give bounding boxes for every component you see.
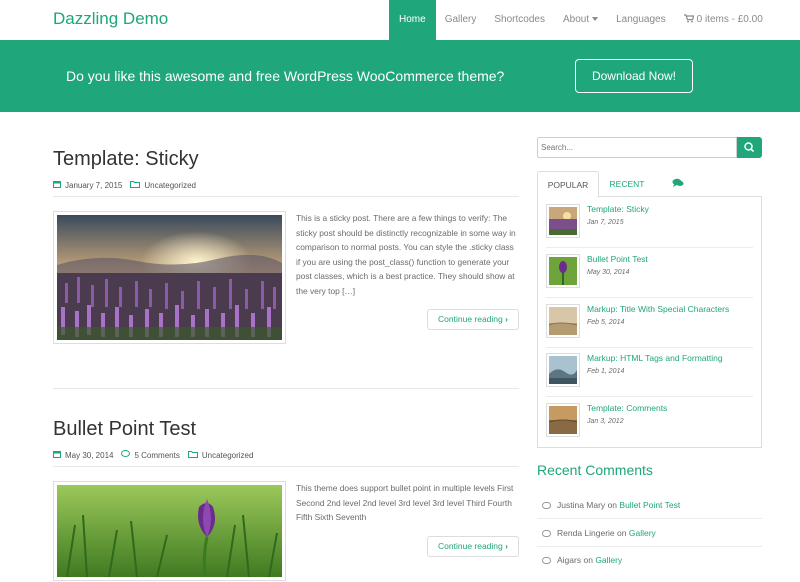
- lavender-sunset-image: [57, 215, 282, 340]
- popular-separator: [546, 396, 753, 397]
- popular-thumb[interactable]: [546, 204, 580, 238]
- popular-separator: [546, 297, 753, 298]
- banner-text: Do you like this awesome and free WordPr…: [66, 68, 505, 84]
- post-comments-link[interactable]: 5 Comments: [134, 451, 179, 460]
- popular-item: Markup: HTML Tags and Formatting Feb 1, …: [546, 353, 753, 391]
- popular-date: Jan 3, 2012: [587, 418, 624, 425]
- comment-icon: [121, 450, 131, 460]
- comment-on: on: [607, 500, 618, 510]
- post-meta-divider: [53, 466, 519, 467]
- comment-post-link[interactable]: Gallery: [629, 528, 656, 538]
- popular-item: Template: Sticky Jan 7, 2015: [546, 204, 753, 242]
- sidebar-tabs: POPULAR RECENT: [537, 171, 762, 198]
- popular-item: Markup: Title With Special Characters Fe…: [546, 304, 753, 342]
- recent-comments-heading: Recent Comments: [537, 462, 653, 478]
- popular-date: Jan 7, 2015: [587, 219, 624, 226]
- popular-item: Bullet Point Test May 30, 2014: [546, 254, 753, 292]
- chevron-right-icon: ›: [505, 314, 508, 324]
- search-icon: [744, 142, 755, 153]
- post-title[interactable]: Bullet Point Test: [53, 418, 196, 441]
- recent-comment-item: Renda Lingerie on Gallery: [542, 528, 656, 538]
- comment-on: on: [617, 528, 627, 538]
- recent-comment-separator: [537, 518, 762, 519]
- post-meta: January 7, 2015 Uncategorized: [53, 180, 196, 190]
- post-date: May 30, 2014: [65, 450, 114, 460]
- purple-crocus-image: [57, 485, 282, 578]
- calendar-icon: [53, 180, 61, 190]
- nav-item-languages[interactable]: Languages: [607, 0, 675, 40]
- continue-reading-label: Continue reading: [438, 541, 503, 551]
- post-title[interactable]: Template: Sticky: [53, 148, 199, 171]
- popular-title[interactable]: Template: Comments: [587, 403, 667, 413]
- tab-popular[interactable]: POPULAR: [537, 171, 599, 198]
- post-divider: [53, 388, 519, 389]
- tab-recent[interactable]: RECENT: [601, 171, 653, 197]
- tab-comments[interactable]: [661, 171, 695, 197]
- post-thumbnail[interactable]: [53, 481, 286, 581]
- popular-title[interactable]: Markup: HTML Tags and Formatting: [587, 353, 723, 363]
- main-nav: Home Gallery Shortcodes About Languages …: [389, 0, 772, 40]
- comments-icon: [672, 178, 684, 187]
- popular-separator: [546, 347, 753, 348]
- post-category[interactable]: Uncategorized: [202, 451, 254, 460]
- nav-item-shortcodes[interactable]: Shortcodes: [485, 0, 554, 40]
- search-button[interactable]: [737, 137, 762, 158]
- caret-down-icon: [592, 17, 599, 22]
- search-input[interactable]: [537, 137, 737, 158]
- continue-reading-label: Continue reading: [438, 314, 503, 324]
- cart-icon: [683, 14, 694, 23]
- comment-author: Justina Mary: [557, 500, 606, 510]
- recent-comment-item: Aigars on Gallery: [542, 555, 622, 565]
- recent-comment-separator: [537, 546, 762, 547]
- comment-icon: [542, 556, 551, 564]
- continue-reading-button[interactable]: Continue reading ›: [427, 309, 519, 330]
- popular-title[interactable]: Markup: Title With Special Characters: [587, 304, 729, 314]
- continue-reading-button[interactable]: Continue reading ›: [427, 536, 519, 557]
- nav-item-cart[interactable]: 0 items - £0.00: [675, 0, 772, 40]
- download-now-button[interactable]: Download Now!: [575, 59, 693, 93]
- calendar-icon: [53, 450, 61, 460]
- post-meta-divider: [53, 196, 519, 197]
- comment-icon: [542, 501, 551, 509]
- post-meta: May 30, 2014 5 Comments Uncategorized: [53, 450, 253, 460]
- popular-title[interactable]: Bullet Point Test: [587, 254, 648, 264]
- post-excerpt: This theme does support bullet point in …: [296, 483, 514, 523]
- folder-icon: [130, 180, 141, 190]
- post-category[interactable]: Uncategorized: [144, 181, 196, 190]
- popular-item: Template: Comments Jan 3, 2012: [546, 403, 753, 441]
- popular-thumb[interactable]: [546, 353, 580, 387]
- popular-thumb[interactable]: [546, 304, 580, 338]
- post-date: January 7, 2015: [65, 180, 123, 190]
- top-navbar: Dazzling Demo Home Gallery Shortcodes Ab…: [0, 0, 800, 40]
- post-excerpt: This is a sticky post. There are a few t…: [296, 213, 516, 296]
- recent-comment-item: Justina Mary on Bullet Point Test: [542, 500, 680, 510]
- popular-thumb[interactable]: [546, 403, 580, 437]
- comment-post-link[interactable]: Bullet Point Test: [619, 500, 680, 510]
- popular-date: Feb 1, 2014: [587, 368, 625, 375]
- comment-author: Renda Lingerie: [557, 528, 615, 538]
- comment-on: on: [583, 555, 593, 565]
- popular-title[interactable]: Template: Sticky: [587, 204, 649, 214]
- popular-date: Feb 5, 2014: [587, 319, 625, 326]
- folder-icon: [187, 450, 198, 460]
- site-brand[interactable]: Dazzling Demo: [53, 9, 168, 29]
- post-thumbnail[interactable]: [53, 211, 286, 344]
- comment-icon: [542, 529, 551, 537]
- cart-summary: 0 items - £0.00: [696, 14, 763, 25]
- nav-item-about-label: About: [562, 14, 590, 25]
- popular-date: May 30, 2014: [587, 269, 630, 276]
- popular-thumb[interactable]: [546, 254, 580, 288]
- nav-item-gallery[interactable]: Gallery: [436, 0, 486, 40]
- nav-item-about[interactable]: About: [554, 0, 607, 40]
- popular-separator: [546, 247, 753, 248]
- chevron-right-icon: ›: [505, 541, 508, 551]
- comment-post-link[interactable]: Gallery: [595, 555, 622, 565]
- comment-author: Aigars: [557, 555, 582, 565]
- nav-item-home[interactable]: Home: [389, 0, 436, 40]
